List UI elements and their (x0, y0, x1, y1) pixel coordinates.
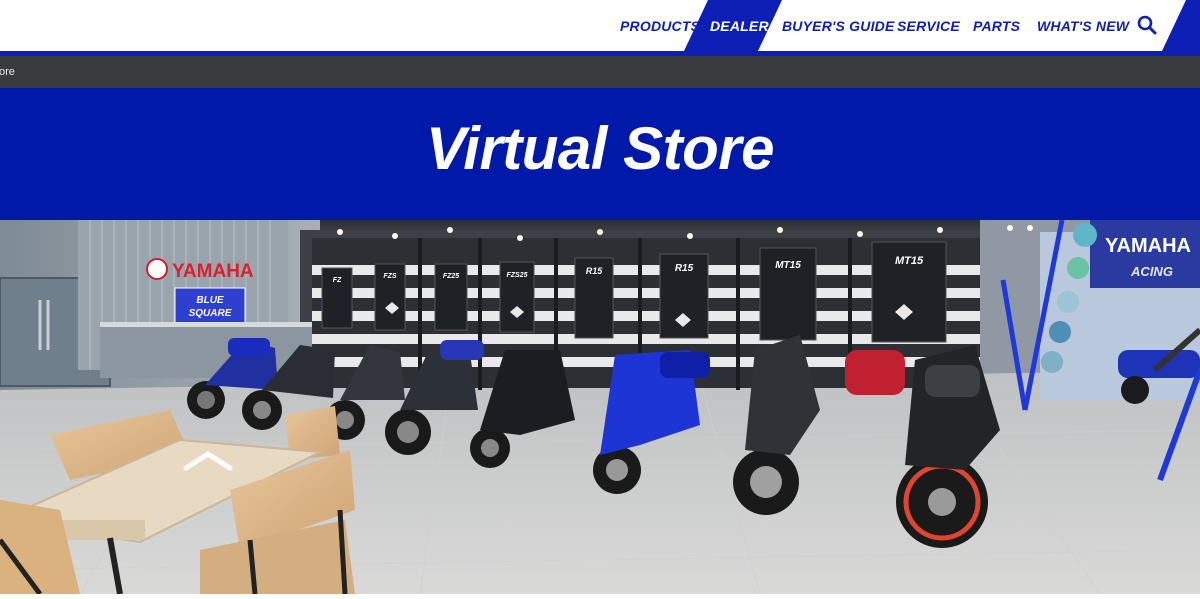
poster-label: R15 (675, 263, 694, 274)
breadcrumb-current: ore (0, 66, 15, 78)
nav-buyers-guide[interactable]: BUYER'S GUIDE (782, 0, 895, 51)
nav-whats-new[interactable]: WHAT'S NEW (1037, 0, 1129, 51)
nav-dealer[interactable]: DEALER (710, 0, 769, 51)
svg-text:BLUE: BLUE (196, 295, 224, 306)
header-corner-accent (1162, 0, 1200, 51)
poster-label: R15 (586, 266, 604, 276)
svg-text:SQUARE: SQUARE (189, 308, 232, 319)
title-banner: Virtual Store (0, 88, 1200, 220)
breadcrumb: ore (0, 56, 1200, 88)
nav-service[interactable]: SERVICE (897, 0, 960, 51)
virtual-store-viewer[interactable]: YAMAHA BLUE SQUARE FZ FZS FZ25 FZS25 R15… (0, 220, 1200, 594)
nav-parts[interactable]: PARTS (973, 0, 1020, 51)
svg-text:YAMAHA: YAMAHA (172, 261, 254, 282)
search-icon[interactable] (1137, 15, 1157, 35)
poster-label: FZS (383, 273, 397, 280)
poster-label: FZ25 (443, 273, 459, 280)
page-title: Virtual Store (425, 114, 775, 182)
footer-strip (0, 594, 1200, 599)
poster-label: MT15 (775, 260, 801, 271)
poster-label: FZ (333, 277, 342, 284)
site-header: PRODUCTS DEALER BUYER'S GUIDE SERVICE PA… (0, 0, 1200, 51)
poster-label: MT15 (895, 255, 924, 267)
svg-text:YAMAHA: YAMAHA (1105, 235, 1191, 257)
svg-text:ACING: ACING (1130, 264, 1173, 279)
poster-label: FZS25 (506, 272, 527, 279)
